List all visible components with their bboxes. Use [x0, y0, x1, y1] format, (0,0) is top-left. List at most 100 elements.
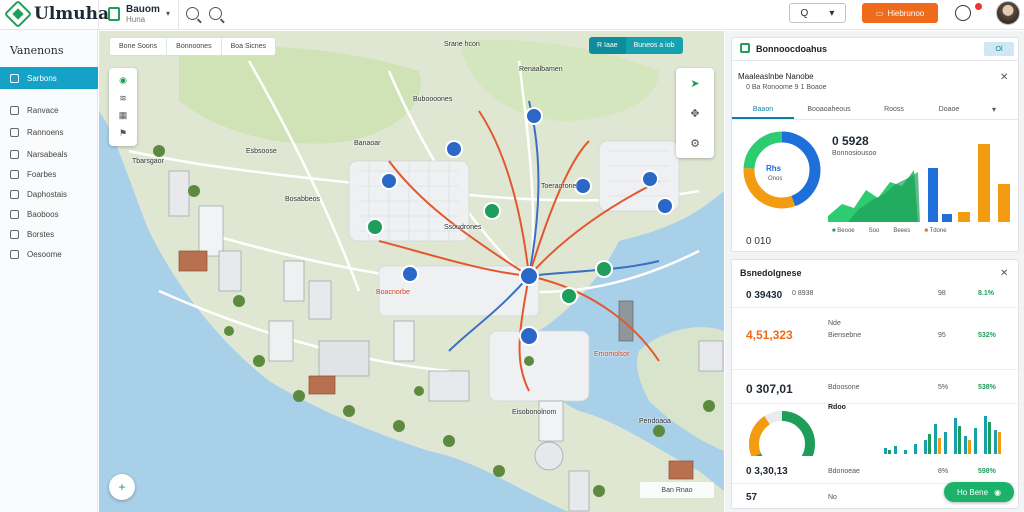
chevron-down-icon[interactable]: ▾ [974, 98, 1014, 119]
sidebar-item-5[interactable]: Daphostais [0, 184, 98, 204]
close-icon[interactable]: ✕ [1000, 72, 1008, 83]
search-label: Q [800, 7, 809, 19]
metrics-card: Bsnedolgnese ✕ 0 39430 0 8938 98 8.1% 4,… [731, 259, 1024, 509]
close-icon[interactable]: ✕ [1000, 268, 1008, 279]
sidebar-item-0[interactable]: Sarbons [0, 67, 98, 89]
card-tabs: Baaon Booaoaheous Rooss Doaoe ▾ [732, 98, 1018, 120]
sidebar-item-7[interactable]: Borstes [0, 224, 98, 244]
tab[interactable]: Baaon [732, 98, 794, 119]
chevron-down-icon[interactable]: ▾ [166, 9, 170, 18]
toggle-option[interactable]: Buneos a iob [625, 37, 683, 54]
chart-legend: ■ Beooe Soo Beees ■ Tdone [832, 228, 947, 234]
sidebar-item-3[interactable]: Narsabeals [0, 144, 98, 164]
card-badge[interactable]: Ol [984, 42, 1014, 56]
locate-button[interactable]: + [109, 474, 135, 500]
map-label: Emomolsor [594, 351, 630, 358]
metric-value: 0 3,30,13 [746, 466, 788, 477]
legend-item: ■ Tdone [924, 228, 947, 234]
doc-icon [10, 169, 19, 179]
metric-change: 598% [978, 468, 996, 475]
map-tab[interactable]: Boa Sicnes [222, 38, 275, 55]
avatar[interactable] [996, 1, 1020, 25]
tab[interactable]: Rooss [864, 98, 924, 119]
folder-icon [10, 127, 19, 137]
search-button[interactable]: Q ▾ [789, 3, 846, 23]
sidebar-item-4[interactable]: Foarbes [0, 164, 98, 184]
chart-icon: ▭ [875, 8, 884, 18]
primary-action-button[interactable]: ▭ Hiebrunoo [862, 3, 938, 23]
zoom-icon[interactable] [209, 7, 222, 20]
card-title: Bsnedolgnese [740, 268, 802, 278]
metric-row[interactable]: 0 39430 0 8938 98 8.1% [732, 282, 1024, 308]
divider [732, 60, 1018, 61]
sidebar-item-1[interactable]: Ranvace [0, 100, 98, 120]
grid-icon[interactable]: ▦ [119, 110, 128, 121]
metric-row[interactable]: 4,51,323 Nde Biensebne 95 532% [732, 310, 1024, 370]
toggle-option[interactable]: R Iaae [589, 37, 626, 54]
metric-label: 0 8938 [792, 290, 814, 297]
pin-icon[interactable]: ◉ [119, 75, 127, 86]
move-icon[interactable]: ✥ [690, 107, 699, 120]
layers-icon[interactable]: ≋ [119, 93, 127, 104]
card-footer: 0 010 [746, 236, 772, 247]
map-label: Buboooones [413, 96, 453, 103]
card-meta: 0 Ba Ronoome 9 1 Boaoe [746, 84, 827, 91]
map-label: Eisobonolnom [512, 409, 557, 416]
mini-bar-chart [884, 416, 1001, 454]
map-tools: ◉ ≋ ▦ ⚑ [109, 68, 137, 146]
sidebar-item-2[interactable]: Rannoens [0, 122, 98, 142]
metric-value: 0 307,01 [746, 382, 793, 396]
notification-badge [975, 3, 982, 10]
map-tab[interactable]: Bone Soons [110, 38, 168, 55]
diamond-logo-icon [3, 0, 33, 29]
card-subtitle: Maaleaslnbe Nanobe [738, 72, 814, 81]
gauge-label: Rdoo [828, 404, 846, 411]
divider [178, 0, 179, 30]
primary-action-label: Hiebrunoo [887, 8, 925, 18]
card-title: Bonnoocdoahus [756, 44, 827, 54]
metric-label: Bdonoeae [828, 468, 860, 475]
map-label: Renaalbamen [519, 66, 563, 73]
map-view[interactable]: Srane hcon Renaalbamen Buboooones Esbsoo… [99, 31, 724, 512]
sidebar-item-label: Baoboos [27, 209, 59, 219]
analytics-card: Bonnoocdoahus Ol Maaleaslnbe Nanobe ✕ 0 … [731, 37, 1019, 252]
map-controls: ➤ ✥ ⚙ [676, 68, 714, 158]
map-canvas [99, 31, 724, 512]
sidebar: Vanenons Sarbons Ranvace Rannoens Narsab… [0, 30, 98, 512]
donut-label: Rhs [766, 164, 782, 173]
sidebar-item-6[interactable]: Baoboos [0, 204, 98, 224]
donut-value: Onos [768, 176, 783, 182]
sidebar-item-label: Sarbons [27, 73, 57, 83]
metric-value: 0 39430 [746, 290, 783, 301]
chat-icon: ◉ [994, 487, 1002, 497]
notification-icon[interactable] [955, 5, 971, 21]
metric-row[interactable]: 0 3,30,13 Bdonoeae 8% 598% [732, 460, 1024, 484]
fab-label: Ho Bene [956, 487, 989, 497]
metric-change: 538% [978, 384, 996, 391]
map-label: Tbarsgaor [132, 158, 164, 165]
check-icon [10, 229, 19, 239]
map-view-toggle: R Iaae Buneos a iob [589, 37, 683, 54]
map-scale: Ban Rnao [640, 482, 714, 498]
metric-sublabel: Biensebne [828, 332, 862, 339]
tab[interactable]: Booaoaheous [794, 98, 864, 119]
map-label: Bosabbeos [285, 196, 321, 203]
metric-label: Bdoosone [828, 384, 860, 391]
search-icon[interactable] [186, 7, 199, 20]
metric-sub: 8% [938, 468, 949, 475]
metric-row[interactable]: 0 307,01 Bdoosone 5% 538% [732, 372, 1024, 404]
map-label: Banaoar [354, 140, 381, 147]
sidebar-item-label: Rannoens [27, 127, 64, 137]
top-bar: Ulmuha Bauom Huna ▾ Q ▾ ▭ Hiebrunoo [0, 0, 1024, 30]
flag-icon[interactable]: ⚑ [119, 128, 127, 139]
floating-action-button[interactable]: Ho Bene ◉ [944, 482, 1014, 502]
card-icon [740, 43, 750, 53]
workspace-switcher[interactable]: Bauom Huna [108, 4, 160, 24]
compass-icon[interactable]: ➤ [690, 77, 699, 90]
map-label: Toeraorone [541, 183, 577, 190]
tab[interactable]: Doaoe [924, 98, 974, 119]
settings-icon[interactable]: ⚙ [690, 137, 700, 150]
sidebar-item-8[interactable]: Oesoome [0, 244, 98, 264]
map-tab[interactable]: Bonnoones [167, 38, 222, 55]
app-logo[interactable]: Ulmuha [3, 0, 109, 29]
